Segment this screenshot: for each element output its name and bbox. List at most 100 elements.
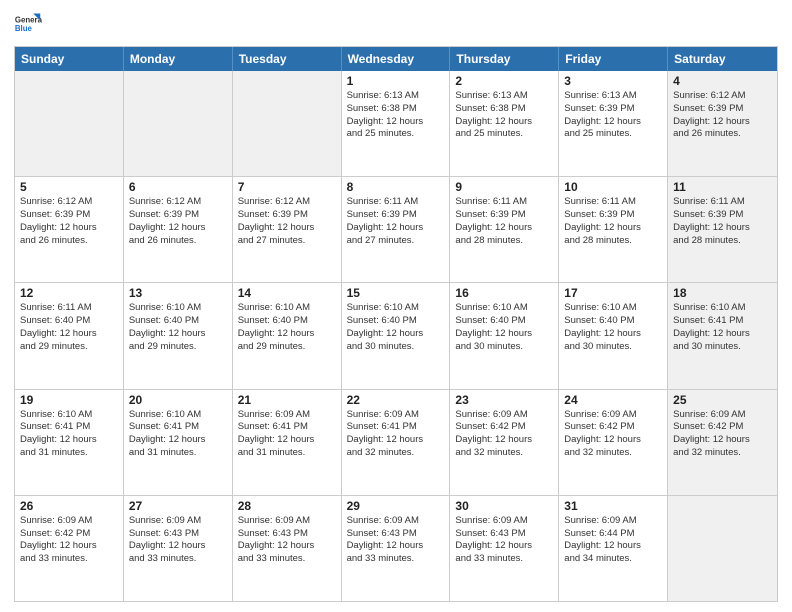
day-header-sunday: Sunday <box>15 47 124 71</box>
calendar-day-21: 21 Sunrise: 6:09 AM Sunset: 6:41 PM Dayli… <box>233 390 342 495</box>
day-number: 5 <box>20 180 118 194</box>
day-number: 17 <box>564 286 662 300</box>
day-info: Sunrise: 6:09 AM Sunset: 6:42 PM Dayligh… <box>673 409 772 460</box>
calendar-week-4: 19Sunrise: 6:10 AM Sunset: 6:41 PM Dayli… <box>15 390 777 496</box>
day-number: 16 <box>455 286 553 300</box>
calendar-header: SundayMondayTuesdayWednesdayThursdayFrid… <box>15 47 777 71</box>
calendar-day-20: 20 Sunrise: 6:10 AM Sunset: 6:41 PM Dayli… <box>124 390 233 495</box>
day-info: Sunrise: 6:09 AM Sunset: 6:44 PM Dayligh… <box>564 515 662 566</box>
day-info: Sunrise: 6:10 AM Sunset: 6:40 PM Dayligh… <box>455 302 553 353</box>
header: General Blue <box>14 10 778 38</box>
day-number: 6 <box>129 180 227 194</box>
day-header-tuesday: Tuesday <box>233 47 342 71</box>
day-number: 11 <box>673 180 772 194</box>
day-info: Sunrise: 6:12 AM Sunset: 6:39 PM Dayligh… <box>238 196 336 247</box>
day-number: 24 <box>564 393 662 407</box>
day-info: Sunrise: 6:11 AM Sunset: 6:39 PM Dayligh… <box>564 196 662 247</box>
calendar-day-30: 30 Sunrise: 6:09 AM Sunset: 6:43 PM Dayli… <box>450 496 559 601</box>
day-info: Sunrise: 6:10 AM Sunset: 6:41 PM Dayligh… <box>20 409 118 460</box>
calendar-day-18: 18Sunrise: 6:10 AM Sunset: 6:41 PM Dayli… <box>668 283 777 388</box>
calendar-day-2: 2 Sunrise: 6:13 AM Sunset: 6:38 PM Daylig… <box>450 71 559 176</box>
day-info: Sunrise: 6:09 AM Sunset: 6:43 PM Dayligh… <box>129 515 227 566</box>
day-info: Sunrise: 6:09 AM Sunset: 6:43 PM Dayligh… <box>455 515 553 566</box>
calendar-day-23: 23Sunrise: 6:09 AM Sunset: 6:42 PM Dayli… <box>450 390 559 495</box>
day-info: Sunrise: 6:13 AM Sunset: 6:38 PM Dayligh… <box>455 90 553 141</box>
day-number: 31 <box>564 499 662 513</box>
day-header-monday: Monday <box>124 47 233 71</box>
calendar-day-19: 19Sunrise: 6:10 AM Sunset: 6:41 PM Dayli… <box>15 390 124 495</box>
day-info: Sunrise: 6:09 AM Sunset: 6:41 PM Dayligh… <box>238 409 336 460</box>
day-number: 8 <box>347 180 445 194</box>
day-number: 21 <box>238 393 336 407</box>
calendar-day-1: 1 Sunrise: 6:13 AM Sunset: 6:38 PM Daylig… <box>342 71 451 176</box>
day-info: Sunrise: 6:10 AM Sunset: 6:41 PM Dayligh… <box>129 409 227 460</box>
day-info: Sunrise: 6:09 AM Sunset: 6:41 PM Dayligh… <box>347 409 445 460</box>
calendar-day-26: 26 Sunrise: 6:09 AM Sunset: 6:42 PM Dayli… <box>15 496 124 601</box>
calendar-day-empty <box>233 71 342 176</box>
calendar-day-6: 6Sunrise: 6:12 AM Sunset: 6:39 PM Daylig… <box>124 177 233 282</box>
day-number: 15 <box>347 286 445 300</box>
calendar-day-empty <box>668 496 777 601</box>
page-container: General Blue SundayMondayTuesdayWednesda… <box>0 0 792 612</box>
day-number: 10 <box>564 180 662 194</box>
logo: General Blue <box>14 10 46 38</box>
day-number: 3 <box>564 74 662 88</box>
day-number: 30 <box>455 499 553 513</box>
day-number: 2 <box>455 74 553 88</box>
day-info: Sunrise: 6:13 AM Sunset: 6:39 PM Dayligh… <box>564 90 662 141</box>
day-number: 1 <box>347 74 445 88</box>
day-info: Sunrise: 6:10 AM Sunset: 6:40 PM Dayligh… <box>129 302 227 353</box>
calendar-day-9: 9Sunrise: 6:11 AM Sunset: 6:39 PM Daylig… <box>450 177 559 282</box>
calendar: SundayMondayTuesdayWednesdayThursdayFrid… <box>14 46 778 602</box>
day-info: Sunrise: 6:09 AM Sunset: 6:43 PM Dayligh… <box>347 515 445 566</box>
calendar-day-12: 12 Sunrise: 6:11 AM Sunset: 6:40 PM Dayli… <box>15 283 124 388</box>
calendar-day-29: 29 Sunrise: 6:09 AM Sunset: 6:43 PM Dayli… <box>342 496 451 601</box>
day-number: 18 <box>673 286 772 300</box>
day-info: Sunrise: 6:11 AM Sunset: 6:39 PM Dayligh… <box>673 196 772 247</box>
logo-icon: General Blue <box>14 10 42 38</box>
day-info: Sunrise: 6:12 AM Sunset: 6:39 PM Dayligh… <box>20 196 118 247</box>
calendar-day-10: 10 Sunrise: 6:11 AM Sunset: 6:39 PM Dayli… <box>559 177 668 282</box>
day-number: 26 <box>20 499 118 513</box>
day-number: 25 <box>673 393 772 407</box>
day-info: Sunrise: 6:10 AM Sunset: 6:40 PM Dayligh… <box>347 302 445 353</box>
calendar-day-24: 24 Sunrise: 6:09 AM Sunset: 6:42 PM Dayli… <box>559 390 668 495</box>
calendar-day-16: 16 Sunrise: 6:10 AM Sunset: 6:40 PM Dayli… <box>450 283 559 388</box>
day-number: 13 <box>129 286 227 300</box>
day-number: 7 <box>238 180 336 194</box>
day-info: Sunrise: 6:09 AM Sunset: 6:42 PM Dayligh… <box>564 409 662 460</box>
calendar-day-25: 25 Sunrise: 6:09 AM Sunset: 6:42 PM Dayli… <box>668 390 777 495</box>
day-number: 12 <box>20 286 118 300</box>
day-info: Sunrise: 6:11 AM Sunset: 6:39 PM Dayligh… <box>347 196 445 247</box>
calendar-day-31: 31 Sunrise: 6:09 AM Sunset: 6:44 PM Dayli… <box>559 496 668 601</box>
calendar-day-17: 17Sunrise: 6:10 AM Sunset: 6:40 PM Dayli… <box>559 283 668 388</box>
calendar-day-empty <box>124 71 233 176</box>
calendar-day-15: 15 Sunrise: 6:10 AM Sunset: 6:40 PM Dayli… <box>342 283 451 388</box>
calendar-week-3: 12 Sunrise: 6:11 AM Sunset: 6:40 PM Dayli… <box>15 283 777 389</box>
calendar-day-27: 27Sunrise: 6:09 AM Sunset: 6:43 PM Dayli… <box>124 496 233 601</box>
calendar-week-1: 1 Sunrise: 6:13 AM Sunset: 6:38 PM Daylig… <box>15 71 777 177</box>
day-info: Sunrise: 6:09 AM Sunset: 6:43 PM Dayligh… <box>238 515 336 566</box>
day-info: Sunrise: 6:11 AM Sunset: 6:39 PM Dayligh… <box>455 196 553 247</box>
day-number: 22 <box>347 393 445 407</box>
calendar-day-3: 3 Sunrise: 6:13 AM Sunset: 6:39 PM Daylig… <box>559 71 668 176</box>
day-info: Sunrise: 6:12 AM Sunset: 6:39 PM Dayligh… <box>673 90 772 141</box>
calendar-day-4: 4 Sunrise: 6:12 AM Sunset: 6:39 PM Daylig… <box>668 71 777 176</box>
day-number: 4 <box>673 74 772 88</box>
day-header-friday: Friday <box>559 47 668 71</box>
day-info: Sunrise: 6:09 AM Sunset: 6:42 PM Dayligh… <box>455 409 553 460</box>
calendar-body: 1 Sunrise: 6:13 AM Sunset: 6:38 PM Daylig… <box>15 71 777 601</box>
day-info: Sunrise: 6:13 AM Sunset: 6:38 PM Dayligh… <box>347 90 445 141</box>
day-number: 20 <box>129 393 227 407</box>
calendar-day-14: 14 Sunrise: 6:10 AM Sunset: 6:40 PM Dayli… <box>233 283 342 388</box>
calendar-week-5: 26 Sunrise: 6:09 AM Sunset: 6:42 PM Dayli… <box>15 496 777 601</box>
day-info: Sunrise: 6:11 AM Sunset: 6:40 PM Dayligh… <box>20 302 118 353</box>
calendar-day-11: 11 Sunrise: 6:11 AM Sunset: 6:39 PM Dayli… <box>668 177 777 282</box>
day-number: 29 <box>347 499 445 513</box>
day-number: 28 <box>238 499 336 513</box>
calendar-day-8: 8 Sunrise: 6:11 AM Sunset: 6:39 PM Daylig… <box>342 177 451 282</box>
day-info: Sunrise: 6:10 AM Sunset: 6:40 PM Dayligh… <box>238 302 336 353</box>
day-number: 14 <box>238 286 336 300</box>
day-info: Sunrise: 6:09 AM Sunset: 6:42 PM Dayligh… <box>20 515 118 566</box>
calendar-day-13: 13 Sunrise: 6:10 AM Sunset: 6:40 PM Dayli… <box>124 283 233 388</box>
